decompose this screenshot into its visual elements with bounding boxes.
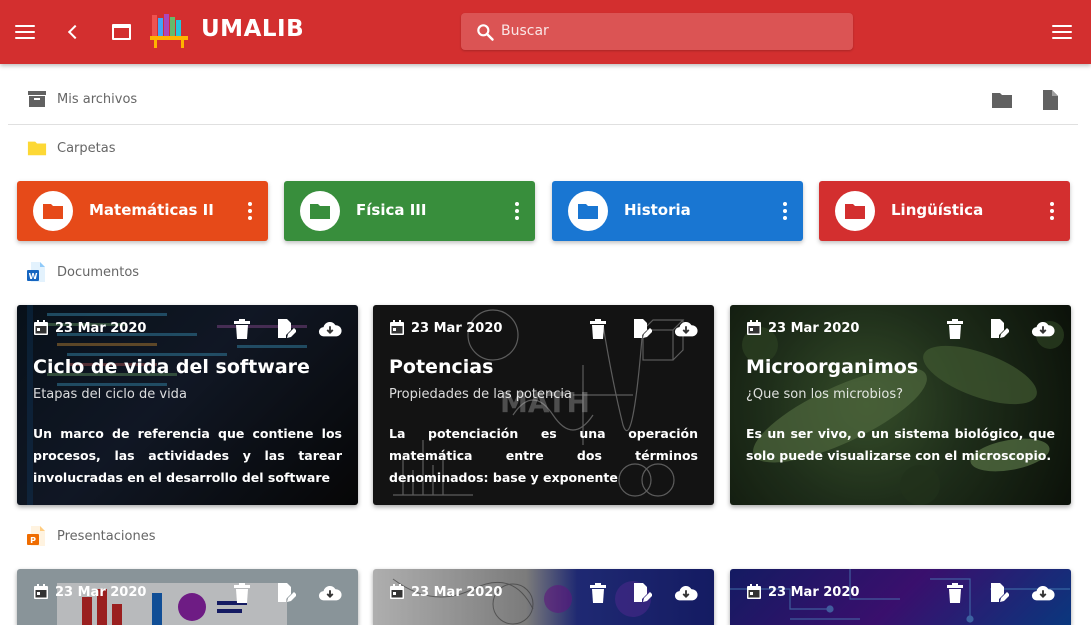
folder-name: Lingüística — [891, 201, 984, 219]
folder-name: Física III — [356, 201, 427, 219]
app-bar: UMALIB Buscar — [0, 0, 1091, 64]
folders-header: Carpetas — [27, 138, 115, 158]
cloud-download-icon[interactable] — [318, 318, 342, 340]
files-header: Mis archivos — [27, 89, 137, 109]
edit-icon[interactable] — [987, 318, 1011, 340]
cloud-download-icon[interactable] — [674, 318, 698, 340]
calendar-icon — [390, 584, 404, 599]
card-date: 23 Mar 2020 — [33, 320, 146, 336]
archive-icon — [27, 89, 47, 109]
folders-title: Carpetas — [57, 140, 116, 156]
powerpoint-file-icon: P — [27, 526, 47, 546]
back-chevron-icon[interactable] — [61, 20, 85, 44]
folder-icon — [33, 191, 73, 231]
trash-icon[interactable] — [230, 318, 254, 340]
kebab-icon[interactable] — [783, 202, 787, 220]
documents-title: Documentos — [57, 264, 140, 280]
card-description: Un marco de referencia que contiene los … — [33, 426, 342, 485]
edit-icon[interactable] — [274, 318, 298, 340]
card-date: 23 Mar 2020 — [33, 584, 146, 600]
card-date: 23 Mar 2020 — [746, 320, 859, 336]
search-box[interactable]: Buscar — [461, 13, 853, 50]
calendar-icon — [34, 584, 48, 599]
overflow-menu-icon[interactable] — [1050, 20, 1074, 44]
calendar-icon — [747, 320, 761, 335]
trash-icon[interactable] — [586, 318, 610, 340]
card-subtitle: Propiedades de las potencia — [389, 387, 572, 402]
card-date: 23 Mar 2020 — [389, 320, 502, 336]
presentation-card[interactable]: 23 Mar 2020 — [373, 569, 714, 625]
card-title: Ciclo de vida del software — [33, 356, 310, 378]
kebab-icon[interactable] — [1050, 202, 1054, 220]
menu-icon[interactable] — [13, 20, 37, 44]
folder-icon — [568, 191, 608, 231]
svg-text:P: P — [30, 536, 36, 545]
word-file-icon: W — [27, 262, 47, 282]
date-text: 23 Mar 2020 — [411, 584, 503, 600]
cloud-download-icon[interactable] — [674, 582, 698, 604]
kebab-icon[interactable] — [515, 202, 519, 220]
card-date: 23 Mar 2020 — [746, 584, 859, 600]
folder-name: Matemáticas II — [89, 201, 214, 219]
divider — [8, 124, 1078, 125]
card-subtitle: ¿Que son los microbios? — [746, 387, 903, 402]
presentation-card[interactable]: 23 Mar 2020 — [17, 569, 358, 625]
document-card[interactable]: MATH 23 Mar 2020 Potencias Propiedades d… — [373, 305, 714, 505]
search-input[interactable]: Buscar — [501, 23, 549, 39]
search-icon — [477, 24, 494, 41]
folder-icon — [27, 138, 47, 158]
app-title: UMALIB — [201, 16, 305, 42]
card-title: Potencias — [389, 356, 494, 378]
folder-icon — [300, 191, 340, 231]
kebab-icon[interactable] — [248, 202, 252, 220]
trash-icon[interactable] — [230, 582, 254, 604]
new-file-icon[interactable] — [1039, 89, 1061, 111]
trash-icon[interactable] — [586, 582, 610, 604]
date-text: 23 Mar 2020 — [55, 320, 147, 336]
edit-icon[interactable] — [274, 582, 298, 604]
date-text: 23 Mar 2020 — [768, 584, 860, 600]
calendar-icon — [34, 320, 48, 335]
card-subtitle: Etapas del ciclo de vida — [33, 387, 187, 402]
svg-text:W: W — [29, 272, 38, 281]
document-card[interactable]: 23 Mar 2020 Ciclo de vida del software E… — [17, 305, 358, 505]
folder-card-linguistica[interactable]: Lingüística — [819, 181, 1070, 241]
folder-icon — [835, 191, 875, 231]
trash-icon[interactable] — [943, 318, 967, 340]
calendar-icon — [747, 584, 761, 599]
presentations-header: P Presentaciones — [27, 526, 155, 546]
presentations-title: Presentaciones — [57, 528, 156, 544]
files-title: Mis archivos — [57, 91, 138, 107]
date-text: 23 Mar 2020 — [768, 320, 860, 336]
library-logo-icon — [150, 14, 188, 48]
date-text: 23 Mar 2020 — [411, 320, 503, 336]
presentation-card[interactable]: 23 Mar 2020 — [730, 569, 1071, 625]
date-text: 23 Mar 2020 — [55, 584, 147, 600]
trash-icon[interactable] — [943, 582, 967, 604]
folder-card-matematicas[interactable]: Matemáticas II — [17, 181, 268, 241]
card-date: 23 Mar 2020 — [389, 584, 502, 600]
edit-icon[interactable] — [630, 582, 654, 604]
calendar-icon — [390, 320, 404, 335]
cloud-download-icon[interactable] — [1031, 582, 1055, 604]
card-description: Es un ser vivo, o un sistema biológico, … — [746, 426, 1055, 463]
new-folder-icon[interactable] — [991, 89, 1013, 111]
edit-icon[interactable] — [987, 582, 1011, 604]
folder-card-historia[interactable]: Historia — [552, 181, 803, 241]
folder-name: Historia — [624, 201, 691, 219]
folder-card-fisica[interactable]: Física III — [284, 181, 535, 241]
window-icon[interactable] — [109, 20, 133, 44]
documents-header: W Documentos — [27, 262, 139, 282]
document-card[interactable]: 23 Mar 2020 Microorganimos ¿Que son los … — [730, 305, 1071, 505]
cloud-download-icon[interactable] — [318, 582, 342, 604]
edit-icon[interactable] — [630, 318, 654, 340]
card-title: Microorganimos — [746, 356, 919, 378]
card-description: La potenciación es una operación matemát… — [389, 426, 698, 485]
cloud-download-icon[interactable] — [1031, 318, 1055, 340]
